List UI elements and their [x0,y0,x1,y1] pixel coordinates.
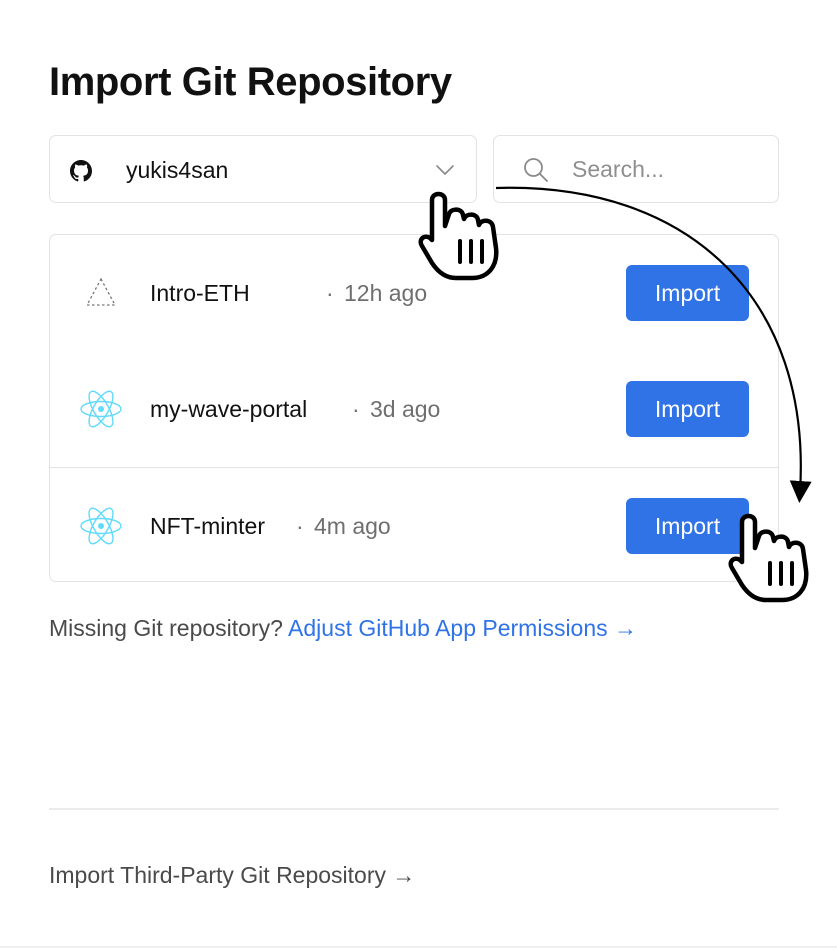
bottom-border [0,946,837,948]
page-title: Import Git Repository [49,60,452,104]
account-name: yukis4san [126,157,229,183]
repository-separator: · [352,396,360,422]
repository-name[interactable]: my-wave-portal [150,351,307,467]
missing-repository-text: Missing Git repository? [49,615,283,641]
repository-separator: · [326,280,334,306]
import-button-nft-minter[interactable]: Import [626,498,749,554]
react-atom-icon [80,390,122,428]
import-button-intro-eth[interactable]: Import [626,265,749,321]
repository-row: Intro-ETH · 12h ago Import [50,235,778,351]
section-divider [49,808,779,810]
github-icon [70,160,92,182]
repository-name[interactable]: Intro-ETH [150,235,250,351]
react-atom-icon [80,507,122,545]
repository-updated: 4m ago [314,513,391,539]
repository-separator: · [296,513,304,539]
repository-row: NFT-minter · 4m ago Import [50,468,778,584]
repository-name[interactable]: NFT-minter [150,468,265,584]
import-third-party-link[interactable]: Import Third-Party Git Repository → [49,858,415,892]
import-button-my-wave-portal[interactable]: Import [626,381,749,437]
chevron-down-icon [436,165,454,175]
search-icon [524,158,548,182]
account-select-dropdown[interactable]: yukis4san [49,135,477,203]
repository-list: Intro-ETH · 12h ago Import my-wave-porta… [49,234,779,582]
repository-updated: 12h ago [344,280,428,306]
adjust-permissions-link[interactable]: Adjust GitHub App Permissions → [288,615,637,641]
repository-updated: 3d ago [370,396,441,422]
repository-row: my-wave-portal · 3d ago Import [50,351,778,467]
search-input[interactable] [572,136,767,202]
search-box [493,135,779,203]
missing-repository-note: Missing Git repository? Adjust GitHub Ap… [49,612,637,644]
triangle-dashed-icon [85,277,117,306]
